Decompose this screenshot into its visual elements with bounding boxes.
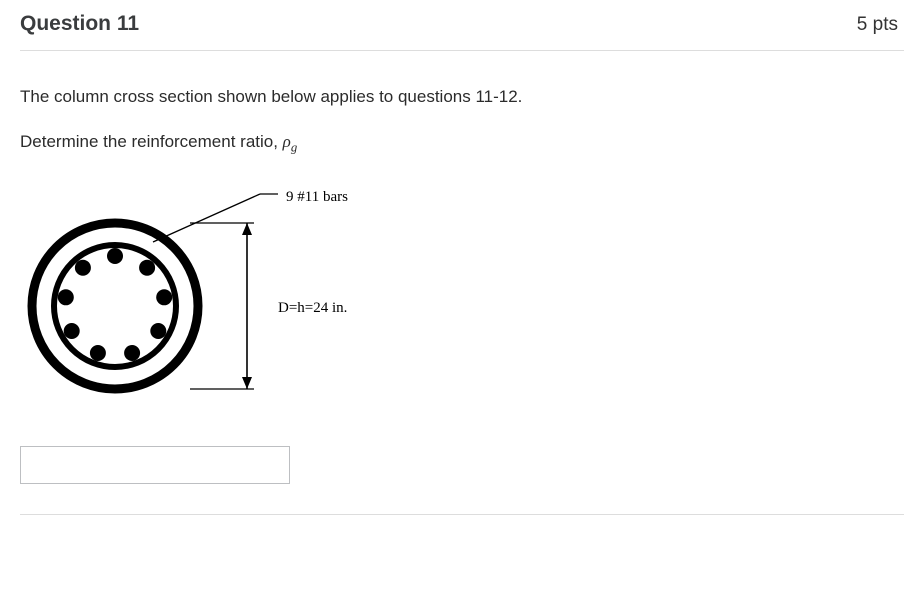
question-title: Question 11 (20, 12, 139, 36)
rho-symbol: ρ (283, 132, 291, 151)
prompt-text: Determine the reinforcement ratio, ρg (20, 128, 904, 158)
bars-label: 9 #11 bars (286, 185, 348, 209)
answer-row (20, 446, 904, 484)
intro-text: The column cross section shown below app… (20, 83, 904, 110)
prompt-prefix: Determine the reinforcement ratio, (20, 132, 283, 151)
question-header: Question 11 5 pts (20, 12, 904, 51)
answer-input[interactable] (20, 446, 290, 484)
rho-subscript: g (291, 141, 297, 155)
bottom-divider (20, 514, 904, 515)
cross-section-svg (20, 176, 440, 406)
dimension-label: D=h=24 in. (278, 296, 347, 320)
question-points: 5 pts (857, 14, 904, 36)
column-cross-section-figure: 9 #11 bars D=h=24 in. (20, 176, 440, 406)
question-body: The column cross section shown below app… (20, 51, 904, 484)
